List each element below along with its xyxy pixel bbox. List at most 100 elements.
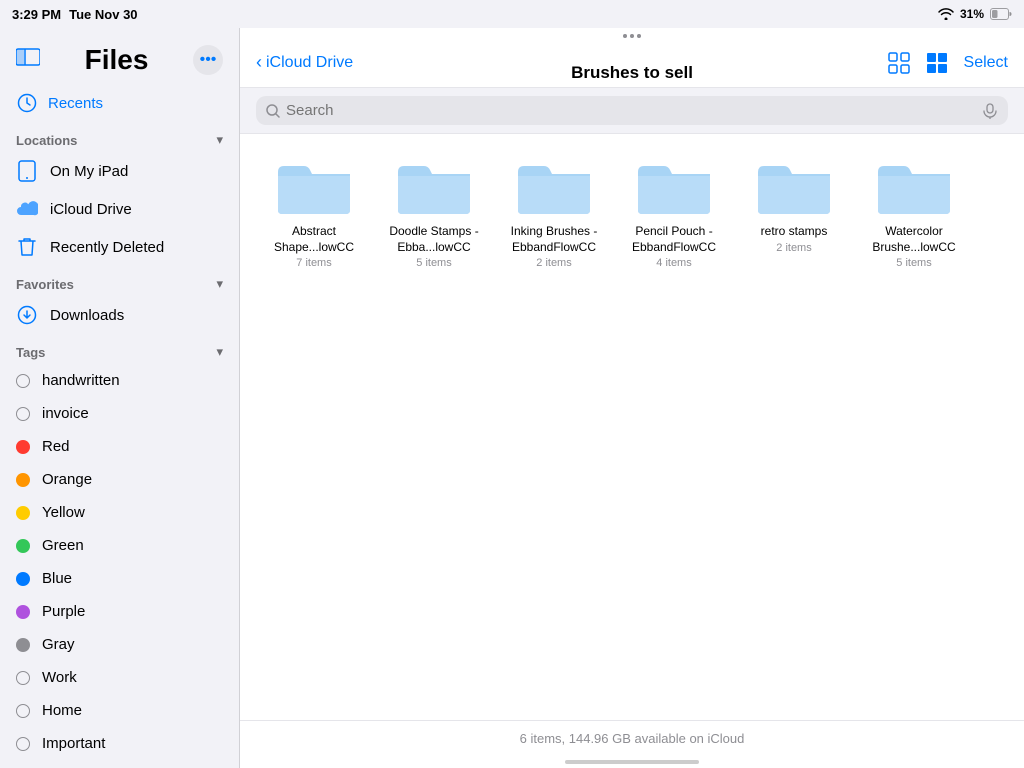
folder-count: 5 items (416, 257, 451, 269)
search-bar (240, 88, 1024, 134)
sidebar-item-gray[interactable]: Gray (0, 628, 239, 661)
sidebar-item-green[interactable]: Green (0, 529, 239, 562)
sidebar-item-downloads[interactable]: Downloads (0, 296, 239, 334)
important-dot (16, 737, 30, 751)
invoice-label: invoice (42, 405, 89, 422)
recently-deleted-label: Recently Deleted (50, 239, 164, 256)
tags-label: Tags (16, 345, 45, 360)
sidebar-item-invoice[interactable]: invoice (0, 397, 239, 430)
locations-label: Locations (16, 133, 77, 148)
sidebar-item-red[interactable]: Red (0, 430, 239, 463)
photo-grid-icon (888, 52, 910, 74)
important-label: Important (42, 735, 105, 752)
on-my-ipad-label: On My iPad (50, 163, 128, 180)
search-input-wrap (256, 96, 1008, 125)
favorites-section-header: Favorites ▾ (0, 266, 239, 296)
downloads-label: Downloads (50, 307, 124, 324)
sidebar-item-icloud-drive[interactable]: iCloud Drive (0, 190, 239, 228)
ellipsis-icon: ••• (200, 51, 217, 69)
status-right: 31% (938, 7, 1012, 21)
orange-label: Orange (42, 471, 92, 488)
more-options-button[interactable]: ••• (193, 45, 223, 75)
folder-item-watercolor-brushes[interactable]: Watercolor Brushe...lowCC 5 items (864, 154, 964, 269)
green-dot (16, 539, 30, 553)
sidebar-item-work[interactable]: Work (0, 661, 239, 694)
gray-label: Gray (42, 636, 75, 653)
folder-icon (754, 154, 834, 218)
sidebar-item-recently-deleted[interactable]: Recently Deleted (0, 228, 239, 266)
top-dots-menu (240, 28, 1024, 38)
folder-name: Doodle Stamps - Ebba...lowCC (384, 224, 484, 255)
icloud-icon (16, 198, 38, 220)
red-label: Red (42, 438, 70, 455)
sidebar-item-handwritten[interactable]: handwritten (0, 364, 239, 397)
folder-grid-area: Abstract Shape...lowCC 7 items Doodle St… (240, 134, 1024, 720)
content-header: ‹ iCloud Drive Brushes to sell (240, 38, 1024, 88)
favorites-label: Favorites (16, 277, 74, 292)
select-label: Select (964, 54, 1008, 72)
microphone-icon[interactable] (982, 103, 998, 119)
select-button[interactable]: Select (964, 54, 1008, 72)
sidebar: Files ••• Recents Locations ▾ (0, 28, 240, 768)
folder-item-retro-stamps[interactable]: retro stamps 2 items (744, 154, 844, 269)
folder-icon (634, 154, 714, 218)
folder-name: Abstract Shape...lowCC (264, 224, 364, 255)
battery-icon (990, 8, 1012, 20)
home-dot (16, 704, 30, 718)
folder-grid: Abstract Shape...lowCC 7 items Doodle St… (264, 154, 1000, 269)
sidebar-item-yellow[interactable]: Yellow (0, 496, 239, 529)
folder-count: 4 items (656, 257, 691, 269)
folder-name: retro stamps (761, 224, 828, 240)
files-title: Files (85, 44, 149, 76)
work-dot (16, 671, 30, 685)
sidebar-toggle-icon[interactable] (16, 47, 40, 73)
sidebar-item-important[interactable]: Important (0, 727, 239, 760)
search-input[interactable] (286, 102, 976, 119)
sidebar-item-on-my-ipad[interactable]: On My iPad (0, 152, 239, 190)
tags-chevron[interactable]: ▾ (216, 344, 223, 360)
main-layout: Files ••• Recents Locations ▾ (0, 28, 1024, 768)
breadcrumb-label: iCloud Drive (266, 54, 353, 72)
sidebar-title-row: Files ••• (0, 28, 239, 84)
folder-icon (274, 154, 354, 218)
view-photo-button[interactable] (888, 52, 910, 74)
search-icon (266, 104, 280, 118)
folder-count: 2 items (536, 257, 571, 269)
gray-dot (16, 638, 30, 652)
sidebar-item-blue[interactable]: Blue (0, 562, 239, 595)
content-area: ‹ iCloud Drive Brushes to sell (240, 28, 1024, 768)
sidebar-item-orange[interactable]: Orange (0, 463, 239, 496)
handwritten-label: handwritten (42, 372, 120, 389)
folder-item-inking-brushes[interactable]: Inking Brushes - EbbandFlowCC 2 items (504, 154, 604, 269)
home-indicator (240, 756, 1024, 768)
favorites-chevron[interactable]: ▾ (216, 276, 223, 292)
folder-name: Pencil Pouch - EbbandFlowCC (624, 224, 724, 255)
folder-name: Watercolor Brushe...lowCC (864, 224, 964, 255)
locations-chevron[interactable]: ▾ (216, 132, 223, 148)
folder-icon (874, 154, 954, 218)
folder-item-abstract-shapes[interactable]: Abstract Shape...lowCC 7 items (264, 154, 364, 269)
orange-dot (16, 473, 30, 487)
sidebar-item-home[interactable]: Home (0, 694, 239, 727)
folder-item-doodle-stamps[interactable]: Doodle Stamps - Ebba...lowCC 5 items (384, 154, 484, 269)
wifi-icon (938, 8, 954, 20)
icloud-drive-label: iCloud Drive (50, 201, 132, 218)
battery-level: 31% (960, 7, 984, 21)
sidebar-item-purple[interactable]: Purple (0, 595, 239, 628)
trash-icon (16, 236, 38, 258)
grid-view-button[interactable] (926, 52, 948, 74)
folder-count: 7 items (296, 257, 331, 269)
tags-section-header: Tags ▾ (0, 334, 239, 364)
sidebar-item-recents[interactable]: Recents (0, 84, 239, 122)
header-actions: Select (888, 52, 1008, 74)
folder-count: 2 items (776, 242, 811, 254)
invoice-dot (16, 407, 30, 421)
folder-item-pencil-pouch[interactable]: Pencil Pouch - EbbandFlowCC 4 items (624, 154, 724, 269)
yellow-dot (16, 506, 30, 520)
folder-name: Inking Brushes - EbbandFlowCC (504, 224, 604, 255)
purple-label: Purple (42, 603, 85, 620)
yellow-label: Yellow (42, 504, 85, 521)
breadcrumb-back[interactable]: ‹ iCloud Drive (256, 52, 353, 73)
recents-label: Recents (48, 95, 103, 112)
ipad-icon (16, 160, 38, 182)
